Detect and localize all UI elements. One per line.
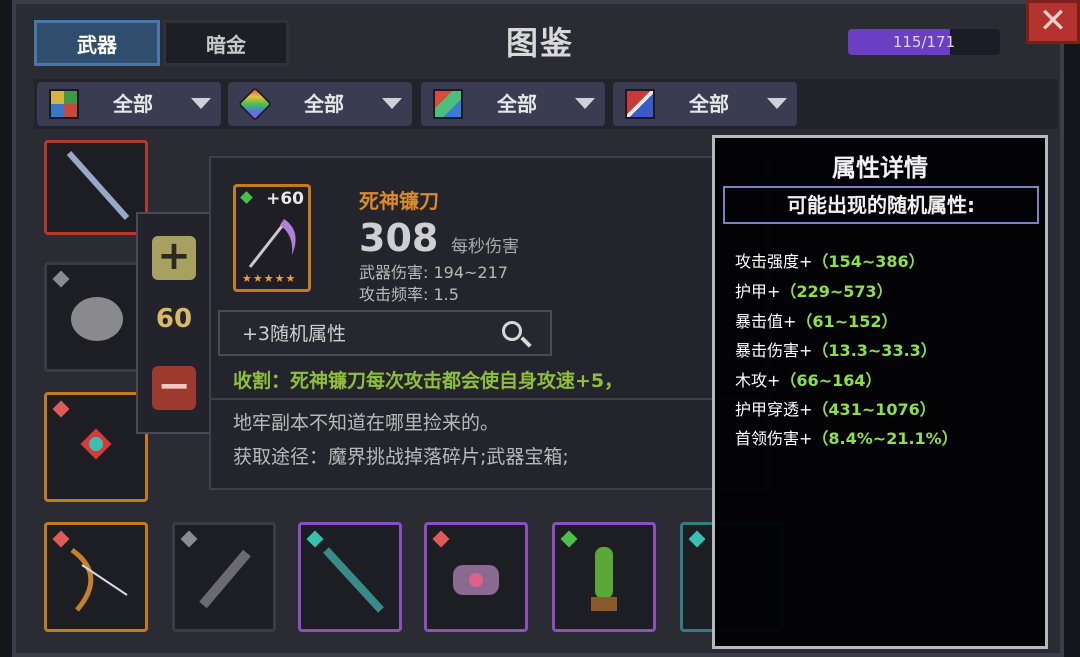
attribute-range: （229~573） bbox=[780, 282, 893, 301]
attribute-name: 首领伤害+ bbox=[735, 429, 813, 448]
attribute-row: 护甲+（229~573） bbox=[735, 278, 893, 302]
item-name: 死神镰刀 bbox=[359, 189, 439, 213]
level-stepper: + 60 − bbox=[136, 212, 212, 434]
attribute-range: （154~386） bbox=[812, 252, 925, 271]
attribute-row: 攻击强度+（154~386） bbox=[735, 248, 925, 272]
attack-rate: 攻击频率: 1.5 bbox=[359, 285, 459, 304]
item-detail-panel: +60 ★★★★★ 死神镰刀 308 每秒伤害 武器伤害: 194~217 攻击… bbox=[209, 156, 769, 490]
attribute-details-title: 属性详情 bbox=[832, 154, 928, 182]
attribute-details-popup: 属性详情 可能出现的随机属性: 攻击强度+（154~386） 护甲+（229~5… bbox=[712, 135, 1048, 649]
attribute-name: 护甲+ bbox=[735, 282, 781, 301]
weapon-damage: 武器伤害: 194~217 bbox=[359, 263, 508, 282]
filter-label: 全部 bbox=[497, 92, 537, 116]
close-x-icon: ✕ bbox=[1038, 1, 1068, 41]
item-effect: 收割：死神镰刀每次攻击都会使自身攻速+5， bbox=[233, 370, 624, 392]
weapon-cell[interactable] bbox=[552, 522, 656, 632]
item-lore: 地牢副本不知道在哪里捡来的。 bbox=[233, 412, 500, 434]
attribute-name: 攻击强度+ bbox=[735, 252, 813, 271]
weapon-cell[interactable] bbox=[44, 522, 148, 632]
attribute-name: 护甲穿透+ bbox=[735, 400, 813, 419]
increase-level-button[interactable]: + bbox=[152, 236, 196, 280]
filter-quality-dropdown[interactable]: 全部 bbox=[37, 82, 221, 126]
collection-progress-bar: 115/171 bbox=[848, 29, 1000, 55]
attribute-range: （61~152） bbox=[796, 312, 898, 331]
chevron-down-icon bbox=[767, 98, 787, 109]
attribute-row: 木攻+（66~164） bbox=[735, 367, 882, 391]
attribute-name: 木攻+ bbox=[735, 371, 781, 390]
class-slash-icon bbox=[625, 89, 655, 119]
attribute-row: 护甲穿透+（431~1076） bbox=[735, 396, 936, 420]
element-gem-icon bbox=[238, 87, 272, 121]
random-attributes-label: +3随机属性 bbox=[242, 323, 347, 345]
progress-text: 115/171 bbox=[892, 33, 956, 51]
attribute-name: 暴击伤害+ bbox=[735, 341, 813, 360]
chevron-down-icon bbox=[191, 98, 211, 109]
attribute-row: 暴击伤害+（13.3~33.3） bbox=[735, 337, 937, 361]
quality-grid-icon bbox=[49, 89, 79, 119]
weapon-cell[interactable] bbox=[298, 522, 402, 632]
attribute-range: （8.4%~21.1%） bbox=[812, 429, 958, 448]
decrease-level-button[interactable]: − bbox=[152, 366, 196, 410]
rarity-gem-icon bbox=[688, 530, 706, 548]
weapon-cell[interactable] bbox=[424, 522, 528, 632]
level-value: 60 bbox=[155, 304, 193, 334]
filter-element-dropdown[interactable]: 全部 bbox=[228, 82, 412, 126]
type-color-icon bbox=[433, 89, 463, 119]
minus-icon: − bbox=[157, 363, 191, 409]
item-source: 获取途径：魔界挑战掉落碎片;武器宝箱; bbox=[233, 446, 569, 468]
attribute-range: （431~1076） bbox=[812, 400, 936, 419]
filter-class-dropdown[interactable]: 全部 bbox=[613, 82, 797, 126]
attribute-name: 暴击值+ bbox=[735, 312, 797, 331]
item-stars: ★★★★★ bbox=[242, 272, 297, 285]
weapon-cell[interactable] bbox=[44, 262, 148, 372]
weapon-cell[interactable] bbox=[44, 140, 148, 235]
filter-label: 全部 bbox=[304, 92, 344, 116]
tab-weapons[interactable]: 武器 bbox=[34, 20, 160, 66]
weapon-cell[interactable] bbox=[172, 522, 276, 632]
chevron-down-icon bbox=[382, 98, 402, 109]
filter-label: 全部 bbox=[689, 92, 729, 116]
random-attributes-header: 可能出现的随机属性: bbox=[723, 186, 1039, 224]
search-icon bbox=[502, 321, 522, 341]
sword-icon bbox=[66, 151, 130, 220]
filter-type-dropdown[interactable]: 全部 bbox=[421, 82, 605, 126]
divider bbox=[211, 398, 767, 400]
attribute-range: （66~164） bbox=[780, 371, 882, 390]
attribute-range: （13.3~33.3） bbox=[812, 341, 937, 360]
item-icon-frame: +60 ★★★★★ bbox=[233, 184, 311, 292]
dps-value: 308 bbox=[359, 216, 439, 260]
page-title: 图鉴 bbox=[505, 24, 574, 62]
filter-label: 全部 bbox=[113, 92, 153, 116]
attribute-row: 暴击值+（61~152） bbox=[735, 308, 898, 332]
attribute-row: 首领伤害+（8.4%~21.1%） bbox=[735, 425, 958, 449]
chevron-down-icon bbox=[575, 98, 595, 109]
dps-label: 每秒伤害 bbox=[451, 237, 519, 257]
weapon-cell[interactable] bbox=[44, 392, 148, 502]
close-button[interactable]: ✕ bbox=[1026, 0, 1080, 44]
tab-dark-gold[interactable]: 暗金 bbox=[163, 20, 289, 66]
random-attributes-button[interactable]: +3随机属性 bbox=[218, 310, 552, 356]
scythe-icon bbox=[248, 219, 296, 268]
plus-icon: + bbox=[157, 233, 191, 279]
